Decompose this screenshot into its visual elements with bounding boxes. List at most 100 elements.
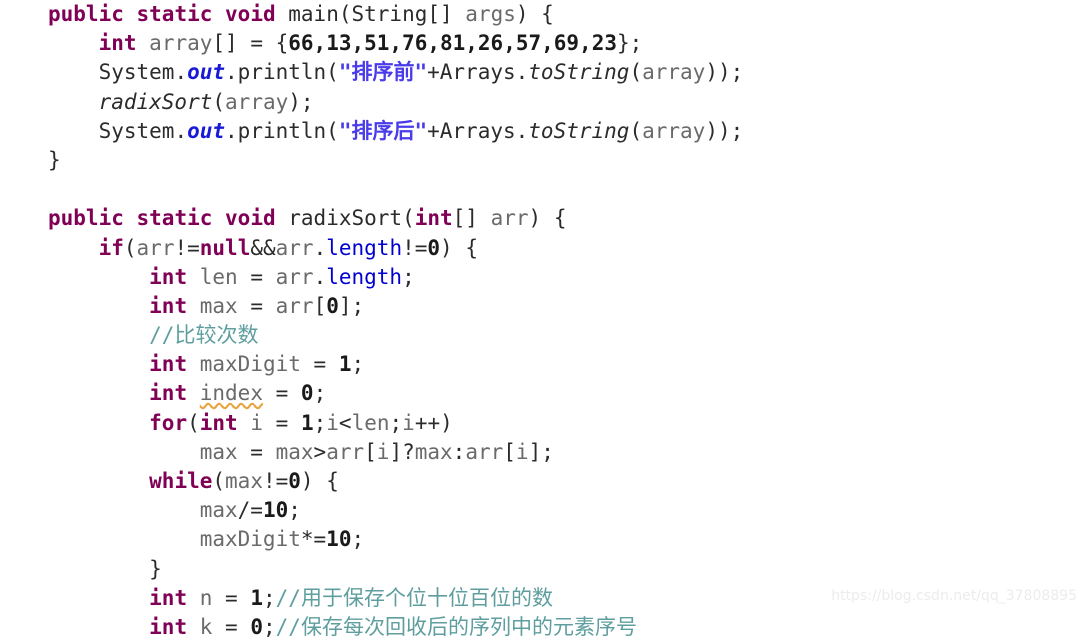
code-token-punct: ( bbox=[212, 89, 226, 114]
code-token-punct: ) { bbox=[528, 206, 567, 231]
code-token-punct: && bbox=[250, 235, 276, 260]
code-token-punct: ( bbox=[629, 118, 643, 143]
code-token-punct: ]? bbox=[389, 439, 415, 464]
code-token-punct: }; bbox=[617, 31, 643, 56]
code-token-keyword: void bbox=[225, 206, 276, 231]
code-token-identifier: max bbox=[199, 439, 238, 464]
code-token-number: 10 bbox=[262, 498, 289, 523]
code-token-plain: radixSort bbox=[288, 206, 403, 231]
code-token-number: 0 bbox=[300, 381, 314, 406]
code-token-identifier: maxDigit bbox=[199, 352, 301, 377]
code-token-identifier: len bbox=[351, 410, 390, 435]
code-token-punct: != bbox=[174, 235, 200, 260]
code-token-punct: ; bbox=[389, 410, 403, 435]
code-token-plain: main bbox=[288, 2, 339, 26]
code-token-punct: ) { bbox=[300, 469, 339, 493]
code-token-punct: ; bbox=[263, 585, 276, 610]
code-line: int max = arr[0]; bbox=[0, 292, 1087, 321]
code-token-punct: .println( bbox=[225, 60, 339, 85]
code-token-keyword: if bbox=[98, 235, 124, 260]
code-token-static-field: out bbox=[187, 60, 226, 85]
code-token-keyword: int bbox=[414, 206, 453, 231]
code-token-comment: //比较次数 bbox=[149, 323, 259, 348]
code-line: } bbox=[0, 146, 1087, 175]
code-token-punct: ]; bbox=[338, 293, 365, 318]
code-token-punct: [ bbox=[313, 293, 327, 318]
code-token-number: 0 bbox=[250, 614, 263, 639]
code-token-punct: ; bbox=[351, 527, 365, 552]
code-token-punct: [] bbox=[212, 31, 251, 56]
code-token-punct: *= bbox=[300, 527, 327, 552]
code-token-punct: ]; bbox=[528, 439, 554, 464]
code-token-static-field: out bbox=[187, 118, 226, 143]
code-token-punct: < bbox=[338, 410, 352, 435]
code-token-punct: = bbox=[237, 264, 276, 289]
code-token-identifier: max bbox=[414, 439, 453, 464]
code-token-number: 1 bbox=[338, 352, 352, 377]
code-token-punct: [ bbox=[503, 439, 516, 464]
code-token-punct: +Arrays. bbox=[427, 118, 529, 143]
code-token-method-italic: radixSort bbox=[98, 89, 213, 114]
code-token-keyword: int bbox=[149, 293, 188, 318]
code-token-punct: ; bbox=[313, 381, 327, 406]
code-token-punct: > bbox=[313, 439, 327, 464]
code-token-keyword: null bbox=[199, 235, 251, 260]
code-token-identifier: arr bbox=[136, 235, 175, 260]
code-token-string: "排序后" bbox=[338, 118, 428, 143]
code-line: System.out.println("排序前"+Arrays.toString… bbox=[0, 58, 1087, 87]
code-token-punct: ++) bbox=[414, 410, 453, 435]
code-token-punct: = bbox=[237, 439, 276, 464]
code-token-punct: ( bbox=[338, 2, 352, 26]
watermark-text: https://blog.csdn.net/qq_37808895 bbox=[831, 588, 1077, 604]
code-token-punct: +Arrays. bbox=[427, 60, 529, 85]
code-token-comment: //保存每次回收后的序列中的元素序号 bbox=[275, 614, 637, 639]
code-token-punct: ( bbox=[629, 60, 643, 85]
code-token-punct: . bbox=[313, 264, 327, 289]
code-token-keyword: int bbox=[149, 585, 188, 610]
code-token-plain: System bbox=[98, 118, 175, 143]
code-token-punct: [] bbox=[427, 2, 466, 26]
code-token-punct: ); bbox=[288, 89, 314, 114]
code-token-keyword: for bbox=[149, 410, 188, 435]
code-token-punct: [ bbox=[364, 439, 377, 464]
code-token-punct: )); bbox=[705, 118, 744, 143]
code-token-keyword: static bbox=[136, 206, 213, 231]
code-token-punct: = bbox=[237, 293, 276, 318]
code-token-plain: System bbox=[98, 60, 175, 85]
code-token-punct: ( bbox=[123, 235, 137, 260]
code-token-method-italic: toString bbox=[528, 60, 630, 85]
code-token-keyword: int bbox=[98, 31, 137, 56]
code-token-identifier: i bbox=[326, 410, 339, 435]
code-line: int k = 0;//保存每次回收后的序列中的元素序号 bbox=[0, 613, 1087, 642]
code-token-number: 1 bbox=[300, 410, 314, 435]
code-token-punct: . bbox=[313, 235, 327, 260]
code-token-number: 66,13,51,76,81,26,57,69,23 bbox=[288, 31, 617, 56]
code-token-keyword: int bbox=[149, 614, 188, 639]
code-token-identifier: max bbox=[225, 469, 263, 493]
code-token-punct: .println( bbox=[225, 118, 339, 143]
code-token-identifier: k bbox=[199, 614, 213, 639]
